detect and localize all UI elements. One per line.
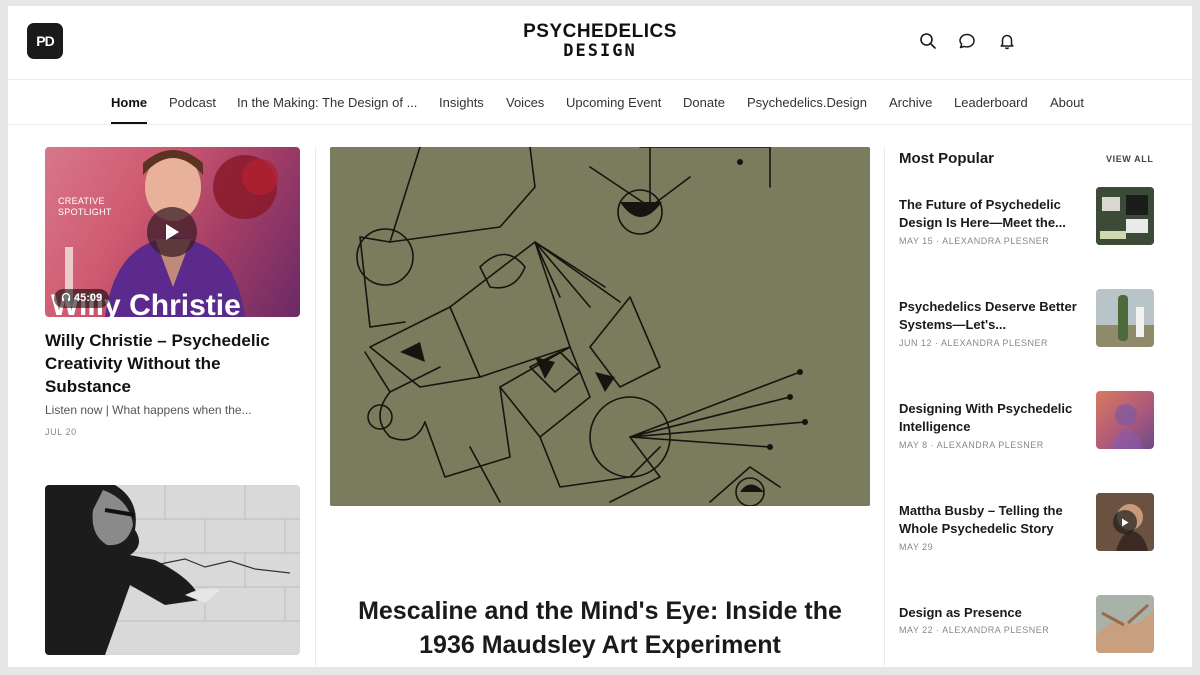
- column-divider-right: [884, 147, 885, 667]
- popular-item-meta: MAY 8 · ALEXANDRA PLESNER: [899, 440, 1044, 450]
- popular-item-meta: MAY 22 · ALEXANDRA PLESNER: [899, 625, 1050, 635]
- popular-item-title: The Future of Psychedelic Design Is Here…: [899, 197, 1066, 230]
- play-button[interactable]: [1113, 510, 1137, 534]
- column-divider-left: [315, 147, 316, 667]
- play-icon: [166, 224, 179, 240]
- popular-item-thumbnail: [1096, 493, 1154, 551]
- nav-item-psychedelics-design[interactable]: Psychedelics.Design: [747, 95, 867, 110]
- page-frame: PD PSYCHEDELICS DESIGN Home Podcast In t…: [8, 6, 1192, 667]
- brand-line2: DESIGN: [563, 41, 637, 61]
- popular-item-meta: MAY 15 · ALEXANDRA PLESNER: [899, 236, 1050, 246]
- popular-item-thumbnail: [1096, 187, 1154, 245]
- popular-item-title: Designing With Psychedelic Intelligence: [899, 401, 1073, 434]
- search-icon[interactable]: [917, 30, 939, 52]
- active-tab-indicator: [111, 122, 147, 124]
- duration-badge: 45:09: [54, 289, 110, 308]
- creative-spotlight-label: CREATIVE SPOTLIGHT: [58, 196, 112, 217]
- popular-item-title: Design as Presence: [899, 605, 1022, 620]
- popular-item[interactable]: Designing With Psychedelic Intelligence …: [899, 391, 1155, 460]
- bw-photo-illustration: [45, 485, 300, 655]
- popular-item-thumbnail: [1096, 595, 1154, 653]
- nav-item-upcoming-event[interactable]: Upcoming Event: [566, 95, 661, 110]
- popular-item-title: Psychedelics Deserve Better Systems—Let'…: [899, 299, 1077, 332]
- nav-item-archive[interactable]: Archive: [889, 95, 932, 110]
- nav-item-voices[interactable]: Voices: [506, 95, 544, 110]
- mescaline-drawing-illustration: [330, 147, 870, 506]
- article-thumbnail[interactable]: [45, 485, 300, 655]
- play-button[interactable]: [147, 207, 197, 257]
- popular-item-title: Mattha Busby – Telling the Whole Psyched…: [899, 503, 1063, 536]
- brand-line1: PSYCHEDELICS: [523, 21, 677, 42]
- hero-image[interactable]: [330, 147, 870, 506]
- popular-item[interactable]: Mattha Busby – Telling the Whole Psyched…: [899, 493, 1155, 562]
- duration-text: 45:09: [74, 292, 103, 304]
- popular-item-meta: JUN 12 · ALEXANDRA PLESNER: [899, 338, 1049, 348]
- bell-icon[interactable]: [996, 30, 1018, 52]
- view-all-link[interactable]: VIEW ALL: [1106, 154, 1153, 164]
- brand-logo[interactable]: PSYCHEDELICS DESIGN: [508, 21, 692, 61]
- headphones-icon: [61, 292, 71, 305]
- popular-item-thumbnail: [1096, 289, 1154, 347]
- nav-item-leaderboard[interactable]: Leaderboard: [954, 95, 1028, 110]
- popular-item-meta: MAY 29: [899, 542, 934, 552]
- popular-item[interactable]: The Future of Psychedelic Design Is Here…: [899, 187, 1155, 256]
- nav-item-donate[interactable]: Donate: [683, 95, 725, 110]
- popular-item-thumbnail: [1096, 391, 1154, 449]
- top-bar: PD PSYCHEDELICS DESIGN: [8, 6, 1192, 80]
- podcast-thumbnail[interactable]: Willy Christie CREATIVE SPOTLIGHT 45:09: [45, 147, 300, 317]
- play-icon: [1122, 518, 1129, 526]
- nav-item-podcast[interactable]: Podcast: [169, 95, 216, 110]
- logo-badge[interactable]: PD: [27, 23, 63, 59]
- popular-item[interactable]: Design as Presence MAY 22 · ALEXANDRA PL…: [899, 595, 1155, 664]
- article-date: JUL 20: [45, 427, 77, 437]
- chat-icon[interactable]: [956, 30, 978, 52]
- article-subtitle: Listen now | What happens when the...: [45, 403, 252, 417]
- nav-item-home[interactable]: Home: [111, 95, 147, 110]
- popular-item[interactable]: Psychedelics Deserve Better Systems—Let'…: [899, 289, 1155, 358]
- main-nav: Home Podcast In the Making: The Design o…: [8, 81, 1192, 125]
- most-popular-heading: Most Popular: [899, 150, 995, 167]
- article-title[interactable]: Willy Christie – Psychedelic Creativity …: [45, 329, 305, 398]
- hero-title[interactable]: Mescaline and the Mind's Eye: Inside the…: [338, 594, 862, 662]
- nav-item-in-the-making[interactable]: In the Making: The Design of ...: [237, 95, 417, 110]
- nav-item-about[interactable]: About: [1050, 95, 1084, 110]
- nav-item-insights[interactable]: Insights: [439, 95, 484, 110]
